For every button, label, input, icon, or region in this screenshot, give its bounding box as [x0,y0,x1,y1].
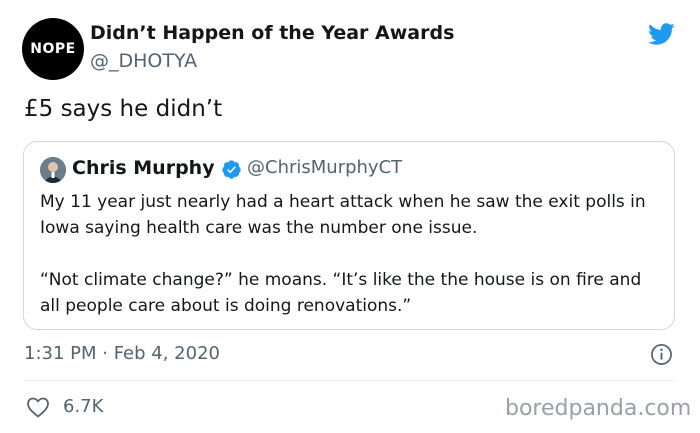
quoted-paragraph: My 11 year just nearly had a heart attac… [40,192,646,238]
quoted-paragraph: “Not climate change?” he moans. “It’s li… [40,270,642,316]
avatar-text: NOPE [30,41,76,57]
author-avatar[interactable]: NOPE [22,18,84,80]
avatar-photo-icon [40,157,66,183]
like-count[interactable]: 6.7K [63,396,103,417]
quoted-handle[interactable]: @ChrisMurphyCT [247,157,402,178]
info-icon[interactable] [650,343,673,366]
verified-badge-icon [222,160,241,179]
quoted-author-avatar[interactable] [40,157,66,183]
author-display-name[interactable]: Didn’t Happen of the Year Awards [90,22,454,44]
tweet-text: £5 says he didn’t [24,96,223,122]
quoted-display-name[interactable]: Chris Murphy [72,157,215,179]
divider [23,380,677,381]
heart-icon[interactable] [26,396,50,418]
quoted-tweet[interactable]: Chris Murphy @ChrisMurphyCT My 11 year j… [23,141,675,330]
quoted-tweet-text: My 11 year just nearly had a heart attac… [40,189,665,319]
twitter-bird-icon[interactable] [645,20,677,48]
watermark: boredpanda.com [505,396,692,421]
tweet-card: NOPE Didn’t Happen of the Year Awards @_… [0,0,700,433]
tweet-timestamp[interactable]: 1:31 PM · Feb 4, 2020 [24,343,220,364]
author-handle[interactable]: @_DHOTYA [90,50,197,72]
